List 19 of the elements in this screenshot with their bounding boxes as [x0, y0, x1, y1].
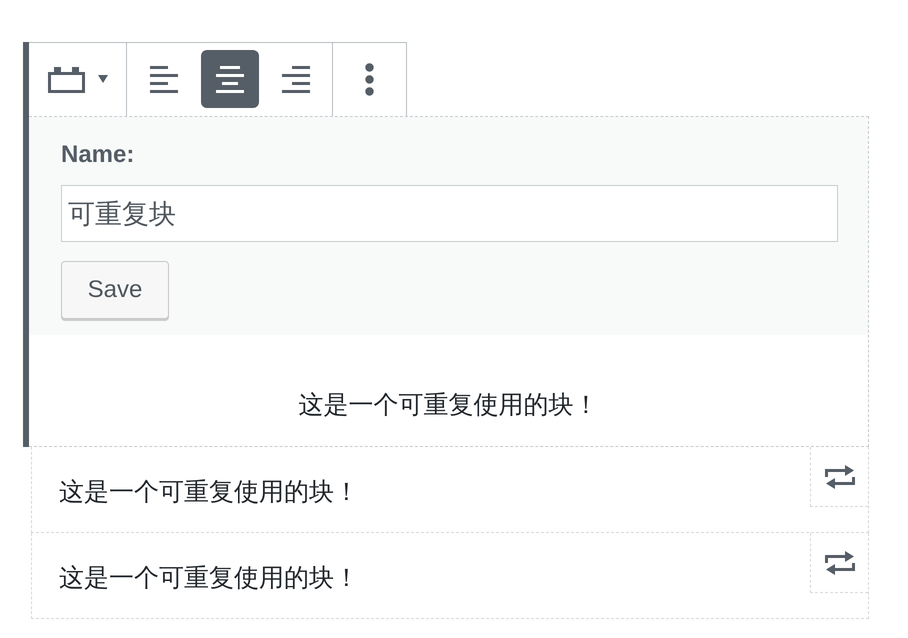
align-center-icon — [216, 66, 244, 92]
caret-icon — [98, 75, 108, 83]
align-left-icon — [150, 66, 178, 92]
battery-icon — [48, 66, 84, 92]
convert-button[interactable] — [810, 447, 868, 507]
align-center-button[interactable] — [200, 50, 258, 108]
block-text: 这是一个可重复使用的块！ — [58, 563, 360, 594]
align-right-icon — [282, 66, 310, 92]
name-input[interactable]: 可重复块 — [61, 185, 838, 242]
repeat-icon — [824, 550, 856, 574]
block-text: 这是一个可重复使用的块！ — [58, 477, 360, 508]
more-options-icon — [365, 62, 374, 96]
name-label: Name: — [61, 140, 136, 170]
repeat-icon — [824, 464, 856, 488]
reusable-block[interactable]: 这是一个可重复使用的块！ — [31, 533, 869, 619]
convert-button[interactable] — [810, 533, 868, 593]
reusable-block[interactable]: 这是一个可重复使用的块！ — [31, 447, 869, 533]
paragraph-text: 这是一个可重复使用的块！ — [298, 390, 600, 421]
save-button[interactable]: Save — [61, 261, 169, 319]
